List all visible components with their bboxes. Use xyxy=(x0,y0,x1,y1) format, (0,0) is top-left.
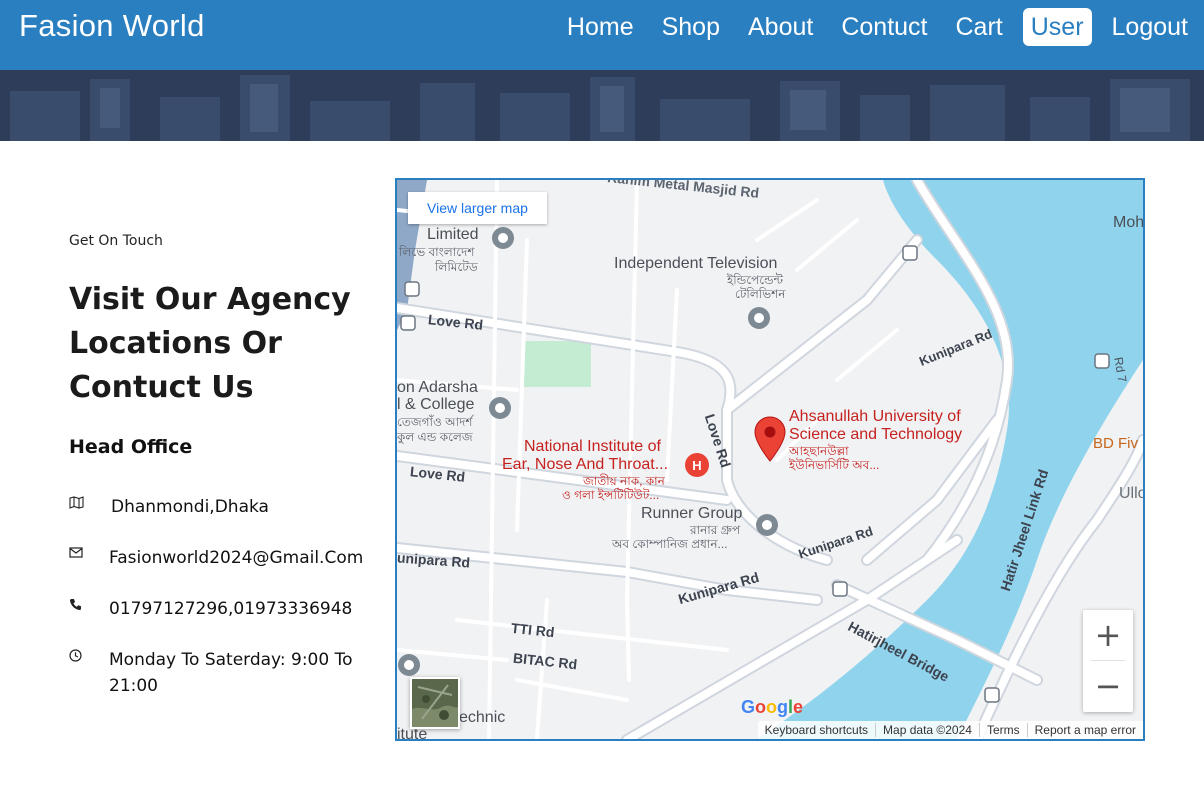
phone-row: 01797127296,01973336948 xyxy=(69,596,379,622)
keyboard-shortcuts-link[interactable]: Keyboard shortcuts xyxy=(758,723,875,737)
terms-link[interactable]: Terms xyxy=(978,723,1027,737)
report-map-error-link[interactable]: Report a map error xyxy=(1026,723,1143,737)
zoom-in-button[interactable]: + xyxy=(1083,610,1133,660)
address-row: Dhanmondi,Dhaka xyxy=(69,494,379,520)
nav-shop-link[interactable]: Shop xyxy=(654,8,728,46)
map-data-text: Map data ©2024 xyxy=(875,723,979,737)
location-pin-icon[interactable] xyxy=(754,416,786,462)
contact-subtitle: Get On Touch xyxy=(69,233,163,249)
envelope-icon xyxy=(69,545,109,571)
office-heading: Head Office xyxy=(69,436,193,458)
nav-links: Home Shop About Contuct Cart User Logout xyxy=(547,8,1196,46)
email-row: Fasionworld2024@Gmail.Com xyxy=(69,545,379,571)
hours-text: Monday To Saterday: 9:00 To 21:00 xyxy=(109,650,353,696)
nav-home-link[interactable]: Home xyxy=(559,8,642,46)
svg-text:H: H xyxy=(692,458,701,473)
nav-logout-link[interactable]: Logout xyxy=(1104,8,1196,46)
phone-icon xyxy=(69,596,109,622)
map-icon xyxy=(69,494,109,520)
phone-text[interactable]: 01797127296,01973336948 xyxy=(109,596,379,622)
contact-headline: Visit Our Agency Locations Or Contuct Us xyxy=(69,282,351,405)
zoom-out-button[interactable]: − xyxy=(1083,661,1133,711)
nav-contact-link[interactable]: Contuct xyxy=(833,8,935,46)
hero-banner xyxy=(0,70,1204,141)
google-logo: Google xyxy=(741,697,804,717)
top-navbar: Fasion World Home Shop About Contuct Car… xyxy=(0,0,1204,70)
view-larger-map-link[interactable]: View larger map xyxy=(408,192,547,224)
nav-about-link[interactable]: About xyxy=(740,8,821,46)
map-attribution-bar: Keyboard shortcuts Map data ©2024 Terms … xyxy=(757,721,1143,739)
embedded-map[interactable]: H Rahim Metal Masjid Rd Limited লিভে বাং… xyxy=(395,178,1145,741)
nav-cart-link[interactable]: Cart xyxy=(948,8,1011,46)
satellite-layer-toggle[interactable] xyxy=(410,677,460,729)
clock-icon xyxy=(69,647,109,699)
hours-row: Monday To Saterday: 9:00 To 21:00 xyxy=(69,647,379,699)
brand-logo[interactable]: Fasion World xyxy=(19,8,205,44)
address-text: Dhanmondi,Dhaka xyxy=(111,497,269,517)
email-text[interactable]: Fasionworld2024@Gmail.Com xyxy=(109,545,379,571)
zoom-controls: + − xyxy=(1083,610,1133,712)
nav-user-link[interactable]: User xyxy=(1022,8,1092,46)
